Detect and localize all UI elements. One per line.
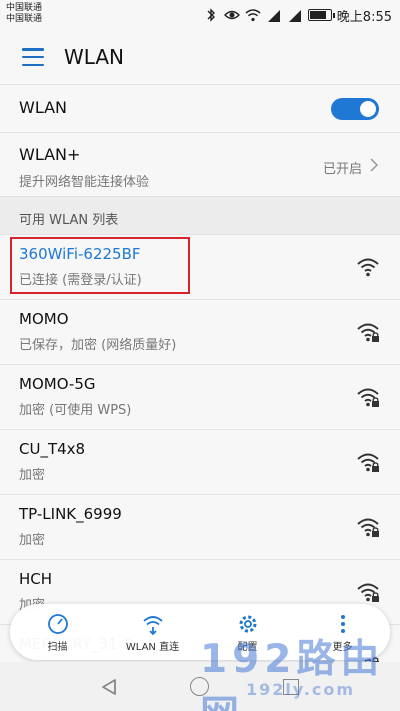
wlan-plus-label: WLAN+ [19, 145, 81, 164]
recent-apps-icon[interactable] [283, 679, 299, 695]
wifi-locked-icon [357, 518, 379, 537]
section-title: 可用 WLAN 列表 [19, 213, 119, 228]
network-status: 加密 [19, 468, 46, 483]
wlan-toggle-row[interactable]: WLAN [0, 84, 400, 132]
signal-icon-4g [267, 10, 280, 22]
network-row[interactable]: MOMO 已保存，加密 (网络质量好) [0, 299, 400, 364]
network-row[interactable]: CU_T4x8 加密 [0, 429, 400, 494]
bluetooth-icon [207, 8, 215, 22]
bottom-toolbar: 扫描 WLAN 直连 配置 更多 [10, 604, 390, 660]
network-ssid: CU_T4x8 [19, 440, 86, 458]
back-icon[interactable] [100, 678, 118, 696]
network-status: 已保存，加密 (网络质量好) [19, 338, 177, 353]
signal-icon-2g [288, 10, 301, 22]
wlan-direct-button[interactable]: WLAN 直连 [108, 612, 198, 653]
wlan-plus-row[interactable]: WLAN+ 提升网络智能连接体验 已开启 [0, 132, 400, 196]
network-row[interactable]: MOMO-5G 加密 (可使用 WPS) [0, 364, 400, 429]
wifi-locked-icon [357, 323, 379, 342]
wlan-direct-label: WLAN 直连 [125, 641, 180, 653]
network-status: 加密 (可使用 WPS) [19, 403, 132, 418]
wifi-direct-icon [142, 615, 163, 635]
wlan-plus-subtitle: 提升网络智能连接体验 [19, 175, 150, 190]
wifi-locked-icon [357, 388, 379, 407]
carrier-2: 中国联通 [6, 14, 43, 24]
wlan-toggle-label: WLAN [19, 98, 68, 117]
wifi-icon [357, 258, 379, 277]
connected-network-highlight [10, 237, 190, 294]
system-nav-bar [0, 662, 400, 711]
network-ssid: HCH [19, 570, 53, 588]
more-button[interactable]: 更多 [298, 612, 388, 653]
gear-icon [239, 615, 256, 632]
scan-button[interactable]: 扫描 [13, 612, 103, 653]
status-clock: 晚上8:55 [336, 9, 392, 25]
wifi-locked-icon [357, 453, 379, 472]
app-header: WLAN [0, 30, 400, 84]
status-bar: 中国联通 中国联通 晚上8:55 [0, 0, 400, 30]
page-title: WLAN [64, 45, 125, 69]
network-ssid: MOMO [19, 310, 69, 328]
scan-label: 扫描 [47, 641, 68, 653]
wifi-locked-icon [357, 583, 379, 602]
more-label: 更多 [332, 641, 353, 653]
more-vertical-icon [340, 614, 345, 633]
home-icon[interactable] [190, 677, 209, 696]
chevron-right-icon [370, 158, 379, 172]
battery-fill [309, 11, 326, 19]
menu-icon[interactable] [22, 48, 44, 66]
configure-button[interactable]: 配置 [203, 612, 293, 653]
network-ssid: TP-LINK_6999 [19, 505, 122, 523]
wlan-plus-status: 已开启 [322, 162, 362, 177]
battery-icon [307, 9, 335, 21]
carrier-info: 中国联通 中国联通 [6, 3, 42, 25]
network-status: 加密 [19, 533, 46, 548]
wlan-switch[interactable] [331, 98, 379, 120]
configure-label: 配置 [237, 641, 258, 653]
available-networks-header: 可用 WLAN 列表 [0, 196, 400, 234]
status-icons: 晚上8:55 [203, 6, 392, 25]
carrier-1: 中国联通 [6, 3, 43, 13]
scan-icon [47, 613, 68, 634]
network-ssid: MOMO-5G [19, 375, 96, 393]
network-row[interactable]: TP-LINK_6999 加密 [0, 494, 400, 559]
wifi-status-icon [245, 9, 261, 22]
eye-icon [223, 10, 240, 20]
